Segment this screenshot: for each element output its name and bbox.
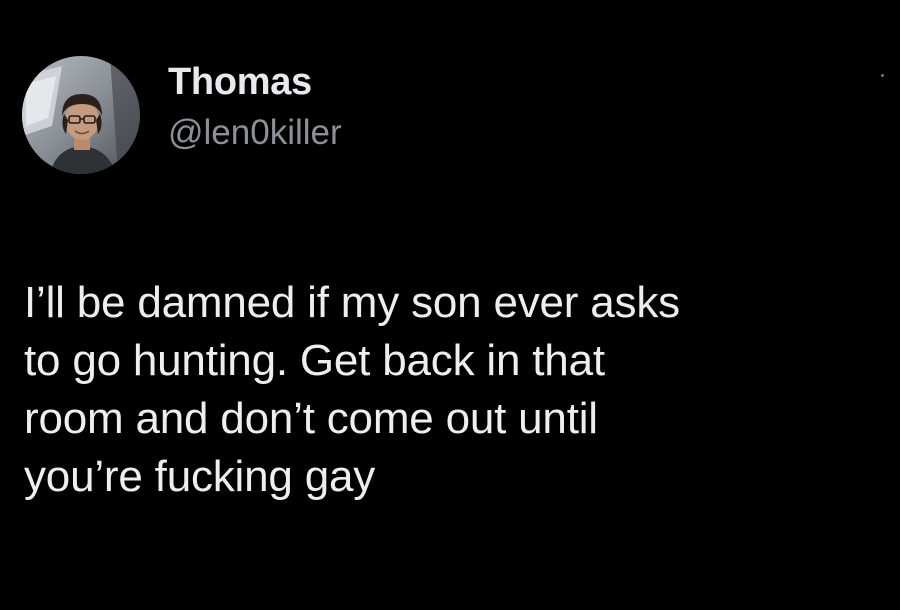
tweet-text: I’ll be damned if my son ever asks to go…	[24, 274, 884, 506]
tweet-card: Thomas @len0killer I’ll be damned if my …	[0, 0, 900, 610]
tweet-text-line: you’re fucking gay	[24, 452, 376, 501]
more-options-dot	[880, 74, 884, 77]
author-handle[interactable]: @len0killer	[168, 112, 342, 154]
avatar-photo-icon	[22, 56, 140, 174]
author-display-name[interactable]: Thomas	[168, 60, 342, 104]
tweet-text-line: room and don’t come out until	[24, 394, 598, 443]
tweet-text-line: I’ll be damned if my son ever asks	[24, 278, 680, 327]
author-info: Thomas @len0killer	[168, 60, 342, 154]
author-avatar[interactable]	[22, 56, 140, 174]
more-options-icon[interactable]	[878, 72, 886, 80]
tweet-text-line: to go hunting. Get back in that	[24, 336, 605, 385]
